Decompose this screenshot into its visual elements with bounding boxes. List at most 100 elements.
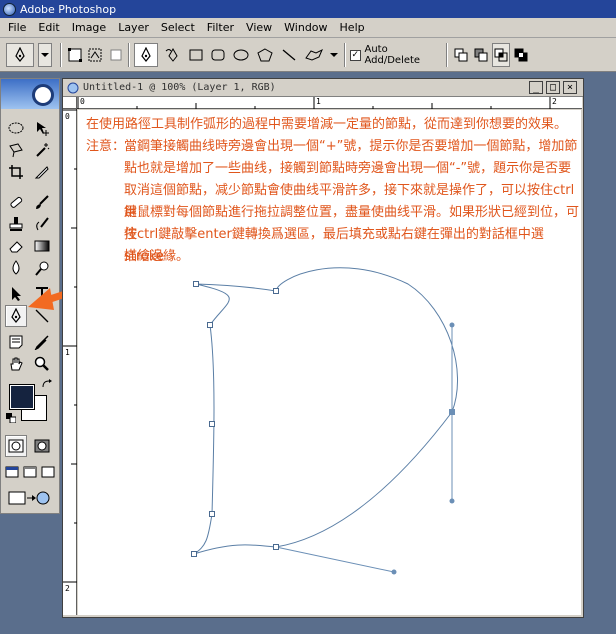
auto-add-delete-option[interactable]: ✓ Auto Add/Delete	[350, 43, 442, 67]
full-screen-menu-icon	[23, 466, 37, 478]
paths-button[interactable]	[86, 43, 106, 67]
default-colors-icon[interactable]	[6, 413, 17, 426]
standard-screen-mode-button[interactable]	[3, 461, 21, 483]
menu-filter[interactable]: Filter	[201, 21, 240, 34]
rounded-rectangle-icon	[211, 49, 225, 61]
full-screen-mode-button[interactable]	[39, 461, 57, 483]
rectangle-shape-button[interactable]	[186, 43, 206, 67]
gradient-tool[interactable]	[31, 235, 53, 257]
healing-brush-tool[interactable]	[5, 191, 27, 213]
ruler-origin[interactable]	[63, 97, 77, 109]
notes-tool[interactable]	[5, 331, 27, 353]
ruler-ticks	[63, 109, 77, 583]
ruler-label: 0	[80, 97, 85, 106]
menu-help[interactable]: Help	[334, 21, 371, 34]
tool-preset-picker[interactable]	[6, 43, 34, 67]
foreground-color-swatch[interactable]	[9, 384, 35, 410]
menu-select[interactable]: Select	[155, 21, 201, 34]
marquee-tool[interactable]	[5, 117, 27, 139]
vertical-ruler[interactable]: 0 1 2	[63, 109, 77, 615]
line-icon	[282, 49, 296, 61]
full-screen-icon	[41, 466, 55, 478]
brush-tool[interactable]	[31, 191, 53, 213]
exclude-path-button[interactable]	[512, 43, 530, 67]
close-button[interactable]: ×	[563, 81, 577, 94]
ellipse-icon	[233, 49, 249, 61]
divider	[344, 43, 346, 67]
full-screen-menu-mode-button[interactable]	[21, 461, 39, 483]
divider	[446, 43, 448, 67]
annotation-note-label: 注意：	[86, 139, 126, 154]
pen-tool-button[interactable]	[134, 43, 158, 67]
eyedropper-icon	[34, 335, 49, 350]
add-to-path-button[interactable]	[452, 43, 470, 67]
imageready-icon	[8, 491, 50, 505]
pen-icon	[141, 47, 151, 62]
add-to-path-icon	[454, 48, 468, 62]
freeform-pen-button[interactable]	[162, 43, 184, 67]
minimize-button[interactable]: _	[529, 81, 543, 94]
clone-stamp-tool[interactable]	[5, 213, 27, 235]
eraser-icon	[9, 241, 23, 253]
fill-pixels-button[interactable]	[108, 43, 124, 67]
ruler-label: 1	[65, 348, 70, 357]
jump-to-imageready-button[interactable]	[5, 487, 53, 509]
ruler-label: 2	[552, 97, 557, 106]
paths-icon	[88, 48, 102, 62]
maximize-button[interactable]: □	[546, 81, 560, 94]
eraser-tool[interactable]	[5, 235, 27, 257]
fill-pixels-icon	[110, 49, 122, 61]
document-window: Untitled-1 @ 100% (Layer 1, RGB) _ □ × 0…	[62, 78, 584, 618]
zoom-tool[interactable]	[31, 353, 53, 375]
annotation-line: 點也就是增加了一些曲线，接觸到節點時旁邊會出現一個“-”號，題示你是否要	[124, 161, 572, 176]
canvas[interactable]: 在使用路徑工具制作弧形的過程中需要增減一定量的節點，從而達到你想要的效果。 注意…	[78, 110, 581, 615]
menu-image[interactable]: Image	[66, 21, 112, 34]
tool-preset-dropdown[interactable]	[38, 43, 52, 67]
options-bar: ✓ Auto Add/Delete	[0, 38, 616, 72]
ruler-label: 1	[316, 97, 321, 106]
custom-shape-dropdown[interactable]	[328, 43, 340, 67]
note-icon	[9, 335, 23, 349]
auto-add-delete-checkbox[interactable]: ✓	[350, 49, 361, 61]
ruler-label: 0	[65, 112, 70, 121]
menu-window[interactable]: Window	[278, 21, 333, 34]
slice-knife-icon	[34, 166, 49, 179]
history-brush-tool[interactable]	[31, 213, 53, 235]
toolbox-header	[1, 79, 59, 109]
ellipse-button[interactable]	[230, 43, 252, 67]
subtract-from-path-button[interactable]	[472, 43, 490, 67]
lasso-tool[interactable]	[5, 139, 27, 161]
menu-view[interactable]: View	[240, 21, 278, 34]
line-button[interactable]	[278, 43, 300, 67]
menu-layer[interactable]: Layer	[112, 21, 155, 34]
standard-mode-button[interactable]	[5, 435, 27, 457]
hand-tool[interactable]	[5, 353, 27, 375]
document-title-bar[interactable]: Untitled-1 @ 100% (Layer 1, RGB) _ □ ×	[63, 79, 583, 97]
chevron-down-icon	[330, 53, 338, 57]
magic-wand-icon	[36, 143, 50, 157]
custom-shape-button[interactable]	[302, 43, 326, 67]
eyedropper-tool[interactable]	[31, 331, 53, 353]
exclude-path-icon	[514, 48, 528, 62]
intersect-path-icon	[494, 48, 508, 62]
slice-tool[interactable]	[31, 161, 53, 183]
horizontal-ruler[interactable]: 0 1 2	[77, 97, 582, 109]
intersect-path-button[interactable]	[492, 43, 510, 67]
polygon-icon	[257, 48, 273, 62]
rounded-rectangle-button[interactable]	[208, 43, 228, 67]
quick-mask-button[interactable]	[31, 435, 53, 457]
stamp-icon	[9, 217, 23, 231]
move-tool[interactable]	[31, 117, 53, 139]
polygon-button[interactable]	[254, 43, 276, 67]
swap-colors-icon[interactable]	[41, 379, 53, 392]
standard-mode-icon	[8, 439, 24, 453]
menu-file[interactable]: File	[2, 21, 32, 34]
move-icon	[37, 122, 49, 136]
freeform-pen-icon	[165, 47, 178, 62]
gradient-icon	[34, 240, 50, 252]
crop-tool[interactable]	[5, 161, 27, 183]
shape-layers-button[interactable]	[66, 43, 84, 67]
magic-wand-tool[interactable]	[31, 139, 53, 161]
subtract-path-icon	[474, 48, 488, 62]
menu-edit[interactable]: Edit	[32, 21, 65, 34]
